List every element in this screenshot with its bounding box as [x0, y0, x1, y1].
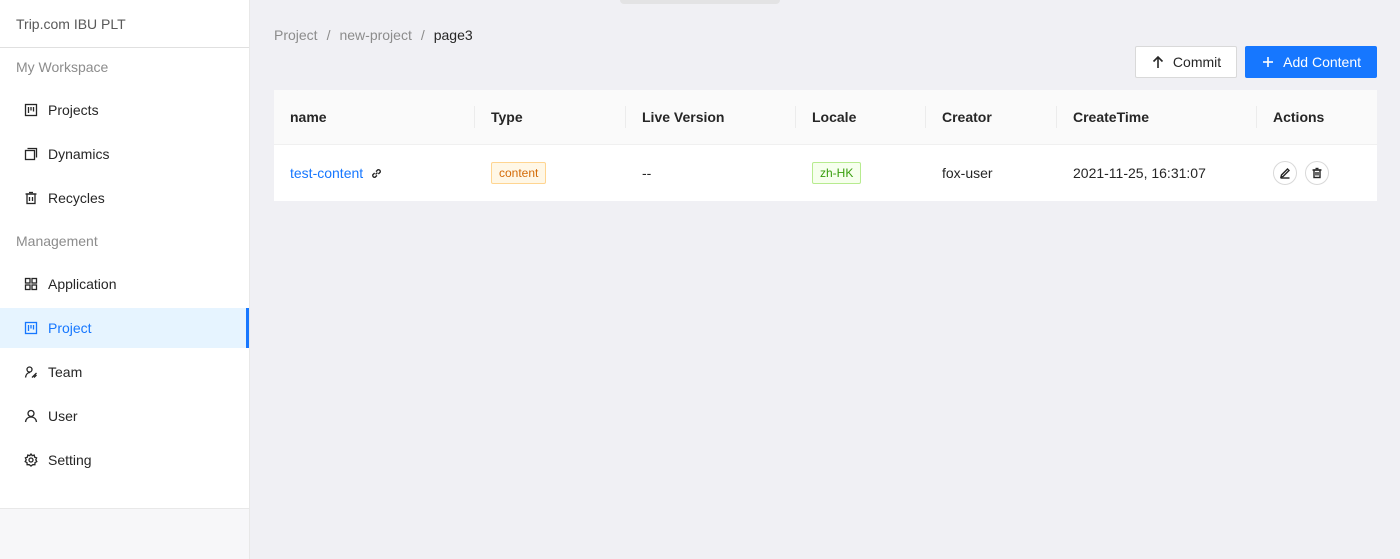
table-row: test-content content -- zh-HK fox-user 2… — [274, 145, 1377, 201]
cell-actions — [1257, 145, 1377, 201]
link-icon[interactable] — [370, 167, 383, 180]
plus-icon — [1263, 57, 1274, 67]
cell-type: content — [475, 145, 626, 201]
sidebar-item-label: Setting — [48, 452, 92, 468]
breadcrumb-separator: / — [326, 27, 331, 43]
sidebar-item-user[interactable]: User — [0, 396, 249, 436]
breadcrumb-item-current: page3 — [433, 27, 473, 43]
trash-icon — [24, 191, 38, 205]
board-icon — [24, 103, 38, 117]
add-content-button-label: Add Content — [1283, 54, 1361, 70]
content-table: name Type Live Version Locale Creator Cr… — [274, 90, 1377, 201]
delete-button[interactable] — [1305, 161, 1329, 185]
gear-icon — [24, 453, 38, 467]
sidebar-item-label: Projects — [48, 102, 99, 118]
column-header-live-version: Live Version — [626, 90, 796, 144]
table-header: name Type Live Version Locale Creator Cr… — [274, 90, 1377, 145]
group-title-management: Management — [16, 233, 98, 249]
sidebar: Trip.com IBU PLT My Workspace Projects D… — [0, 0, 250, 559]
column-header-locale: Locale — [796, 90, 926, 144]
add-content-button[interactable]: Add Content — [1245, 46, 1377, 78]
sidebar-item-setting[interactable]: Setting — [0, 440, 249, 480]
column-header-name: name — [274, 90, 475, 144]
copy-icon — [24, 147, 38, 161]
sidebar-item-recycles[interactable]: Recycles — [0, 178, 249, 218]
content-name-link[interactable]: test-content — [290, 165, 363, 181]
sidebar-item-dynamics[interactable]: Dynamics — [0, 134, 249, 174]
sidebar-item-projects[interactable]: Projects — [0, 90, 249, 130]
cell-create-time: 2021-11-25, 16:31:07 — [1073, 165, 1206, 181]
board-icon — [24, 321, 38, 335]
cell-locale: zh-HK — [796, 145, 926, 201]
group-title-workspace: My Workspace — [16, 59, 109, 75]
breadcrumb-separator: / — [420, 27, 425, 43]
sidebar-item-label: Project — [48, 320, 92, 336]
toolbar: Commit Add Content — [1134, 46, 1377, 78]
sidebar-item-team[interactable]: Team — [0, 352, 249, 392]
commit-button-label: Commit — [1172, 54, 1222, 70]
brand-title: Trip.com IBU PLT — [0, 0, 249, 48]
locale-tag: zh-HK — [812, 162, 862, 184]
breadcrumb: Project / new-project / page3 — [274, 27, 473, 43]
column-header-type: Type — [475, 90, 626, 144]
sidebar-item-label: Application — [48, 276, 117, 292]
column-header-actions: Actions — [1273, 109, 1325, 125]
arrow-up-icon — [1152, 55, 1163, 68]
team-icon — [24, 365, 38, 379]
sidebar-item-label: User — [48, 408, 78, 424]
cell-creator: fox-user — [942, 165, 993, 181]
sidebar-footer — [0, 508, 249, 559]
top-divider — [620, 0, 780, 4]
edit-icon — [1280, 168, 1290, 179]
sidebar-item-application[interactable]: Application — [0, 264, 249, 304]
sidebar-item-label: Team — [48, 364, 83, 380]
type-tag: content — [491, 162, 547, 184]
breadcrumb-item-new-project[interactable]: new-project — [339, 27, 411, 43]
commit-button[interactable]: Commit — [1134, 46, 1238, 78]
main-content: Project / new-project / page3 Commit Add… — [250, 0, 1400, 559]
edit-button[interactable] — [1273, 161, 1297, 185]
sidebar-item-label: Dynamics — [48, 146, 110, 162]
delete-icon — [1312, 167, 1322, 179]
column-header-create-time: CreateTime — [1057, 90, 1257, 144]
breadcrumb-item-project[interactable]: Project — [274, 27, 318, 43]
cell-live-version: -- — [642, 165, 652, 181]
cell-name: test-content — [274, 145, 475, 201]
appstore-icon — [24, 277, 38, 291]
sidebar-item-label: Recycles — [48, 190, 105, 206]
sidebar-item-project[interactable]: Project — [0, 308, 249, 348]
user-icon — [24, 409, 38, 423]
column-header-creator: Creator — [926, 90, 1057, 144]
